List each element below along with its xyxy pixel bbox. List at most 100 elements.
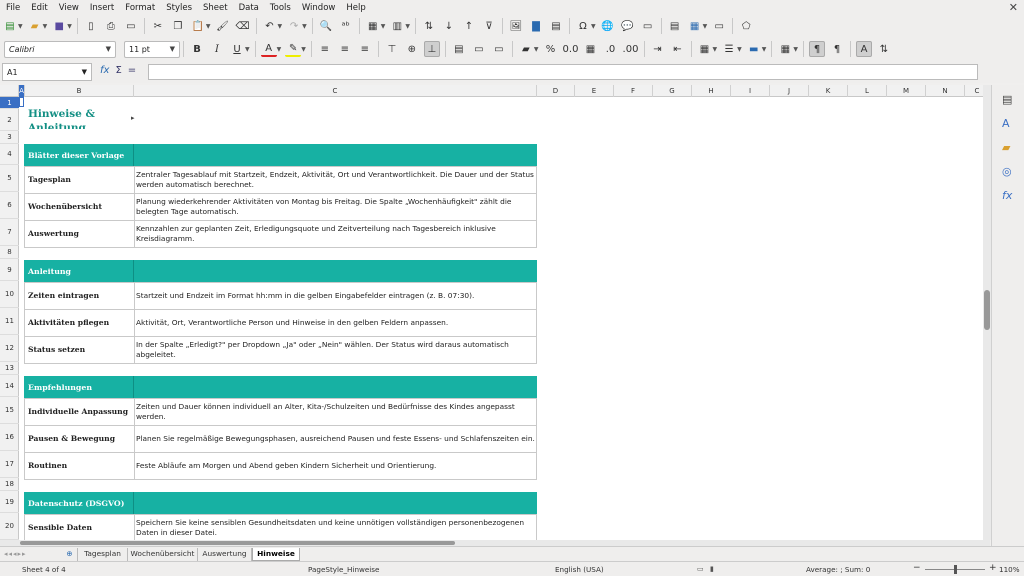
- row-text[interactable]: Zentraler Tagesablauf mit Startzeit, End…: [134, 166, 537, 193]
- left-to-right-icon[interactable]: ¶: [809, 41, 825, 57]
- row-label[interactable]: Routinen: [24, 452, 134, 479]
- text-direction-lr-icon[interactable]: A: [856, 41, 872, 57]
- section-header[interactable]: Anleitung: [24, 260, 537, 282]
- chevron-down-icon[interactable]: ▼: [106, 45, 111, 53]
- align-middle-icon[interactable]: ⊕: [404, 41, 420, 57]
- font-color-dropdown-icon[interactable]: ▼: [277, 46, 282, 53]
- functions-icon[interactable]: fx: [1002, 189, 1012, 202]
- open-icon[interactable]: ▰: [27, 18, 43, 34]
- align-bottom-icon[interactable]: ⊥: [423, 41, 440, 57]
- hyperlink-icon[interactable]: 🌐: [600, 18, 616, 34]
- row-header[interactable]: 5: [0, 165, 19, 192]
- bold-icon[interactable]: B: [189, 41, 205, 57]
- column-header-m[interactable]: M: [887, 85, 926, 97]
- special-character-icon[interactable]: Ω: [575, 18, 591, 34]
- column-header-b[interactable]: B: [25, 85, 134, 97]
- row-dropdown-icon[interactable]: ▼: [381, 23, 386, 30]
- select-all-corner[interactable]: [0, 85, 19, 97]
- row-text[interactable]: Aktivität, Ort, Verantwortliche Person u…: [134, 309, 537, 336]
- row-label[interactable]: Tagesplan: [24, 166, 134, 193]
- insert-chart-icon[interactable]: ▇: [528, 18, 544, 34]
- border-color-dropdown-icon[interactable]: ▼: [762, 46, 767, 53]
- decrease-indent-icon[interactable]: ⇤: [670, 41, 686, 57]
- show-draw-functions-icon[interactable]: ⬠: [738, 18, 754, 34]
- tab-hinweise[interactable]: Hinweise: [252, 548, 300, 561]
- row-header[interactable]: 10: [0, 281, 19, 308]
- tab-wochenuebersicht[interactable]: Wochenübersicht: [128, 548, 198, 561]
- align-right-icon[interactable]: ≡: [357, 41, 373, 57]
- border-color-icon[interactable]: ▬: [746, 41, 762, 57]
- pivot-table-icon[interactable]: ▤: [548, 18, 564, 34]
- cut-icon[interactable]: ✂: [150, 18, 166, 34]
- conditional-format-icon[interactable]: ▦: [777, 41, 793, 57]
- formula-icon[interactable]: =: [128, 65, 136, 76]
- column-header-h[interactable]: H: [692, 85, 731, 97]
- row-icon[interactable]: ▦: [365, 18, 381, 34]
- clear-formatting-icon[interactable]: ⌫: [235, 18, 251, 34]
- column-header-i[interactable]: I: [731, 85, 770, 97]
- column-icon[interactable]: ▥: [389, 18, 405, 34]
- menu-file[interactable]: File: [0, 3, 25, 13]
- row-header[interactable]: 15: [0, 397, 19, 424]
- menu-window[interactable]: Window: [296, 3, 341, 13]
- menu-data[interactable]: Data: [233, 3, 264, 13]
- number-format-icon[interactable]: 0.0: [563, 41, 579, 57]
- vertical-scrollbar[interactable]: [983, 85, 991, 540]
- tab-auswertung[interactable]: Auswertung: [198, 548, 252, 561]
- align-left-icon[interactable]: ≡: [317, 41, 333, 57]
- row-header[interactable]: 1: [0, 97, 19, 109]
- merge-center-icon[interactable]: ▭: [471, 41, 487, 57]
- row-label[interactable]: Status setzen: [24, 336, 134, 363]
- scrollbar-thumb[interactable]: [984, 290, 990, 330]
- formula-input[interactable]: [148, 64, 978, 80]
- section-header[interactable]: Empfehlungen: [24, 376, 537, 398]
- redo-icon[interactable]: ↷: [286, 18, 302, 34]
- language[interactable]: English (USA): [555, 565, 604, 574]
- zoom-out-icon[interactable]: −: [913, 563, 921, 573]
- date-format-icon[interactable]: ▦: [583, 41, 599, 57]
- save-dropdown-icon[interactable]: ▼: [67, 23, 72, 30]
- menu-view[interactable]: View: [53, 3, 84, 13]
- borders-dropdown-icon[interactable]: ▼: [713, 46, 718, 53]
- row-header[interactable]: 19: [0, 491, 19, 513]
- sort-icon[interactable]: ⇅: [421, 18, 437, 34]
- conditional-format-dropdown-icon[interactable]: ▼: [793, 46, 798, 53]
- paste-dropdown-icon[interactable]: ▼: [206, 23, 211, 30]
- menu-styles[interactable]: Styles: [160, 3, 197, 13]
- selection-summary[interactable]: Average: ; Sum: 0: [806, 565, 870, 574]
- underline-dropdown-icon[interactable]: ▼: [245, 46, 250, 53]
- row-text[interactable]: Speichern Sie keine sensiblen Gesundheit…: [134, 514, 537, 540]
- column-header-g[interactable]: G: [653, 85, 692, 97]
- function-wizard-icon[interactable]: fx: [100, 65, 109, 76]
- row-label[interactable]: Sensible Daten: [24, 514, 134, 540]
- headers-footers-icon[interactable]: ▭: [640, 18, 656, 34]
- wrap-text-icon[interactable]: ▤: [451, 41, 467, 57]
- sum-icon[interactable]: Σ: [115, 65, 121, 76]
- column-dropdown-icon[interactable]: ▼: [405, 23, 410, 30]
- redo-dropdown-icon[interactable]: ▼: [302, 23, 307, 30]
- highlight-color-icon[interactable]: ✎: [285, 41, 302, 57]
- row-text[interactable]: Zeiten und Dauer können individuell an A…: [134, 398, 537, 425]
- spelling-icon[interactable]: ᵃᵇ: [338, 18, 354, 34]
- spreadsheet-grid[interactable]: A B C D E F G H I J K L M N C 1 2 3 4 5 …: [0, 85, 990, 540]
- row-label[interactable]: Auswertung: [24, 220, 134, 247]
- column-header-e[interactable]: E: [575, 85, 614, 97]
- sort-ascending-icon[interactable]: ↓: [441, 18, 457, 34]
- row-label[interactable]: Individuelle Anpassung: [24, 398, 134, 425]
- row-text[interactable]: Planung wiederkehrender Aktivitäten von …: [134, 193, 537, 220]
- delete-decimal-icon[interactable]: .00: [623, 41, 639, 57]
- define-print-area-icon[interactable]: ▤: [667, 18, 683, 34]
- page-style[interactable]: PageStyle_Hinweise: [308, 565, 379, 574]
- row-text[interactable]: Planen Sie regelmäßige Bewegungsphasen, …: [134, 425, 537, 452]
- currency-dropdown-icon[interactable]: ▼: [534, 46, 539, 53]
- styles-icon[interactable]: A: [1002, 117, 1010, 130]
- increase-indent-icon[interactable]: ⇥: [650, 41, 666, 57]
- row-header[interactable]: 9: [0, 259, 19, 281]
- row-header[interactable]: 14: [0, 375, 19, 397]
- merge-cells-icon[interactable]: ▭: [491, 41, 507, 57]
- sheet-position[interactable]: Sheet 4 of 4: [22, 565, 66, 574]
- row-header[interactable]: 13: [0, 362, 19, 375]
- section-header[interactable]: Datenschutz (DSGVO): [24, 492, 537, 514]
- comment-icon[interactable]: 💬: [620, 18, 636, 34]
- insert-image-icon[interactable]: 🖼: [508, 18, 524, 34]
